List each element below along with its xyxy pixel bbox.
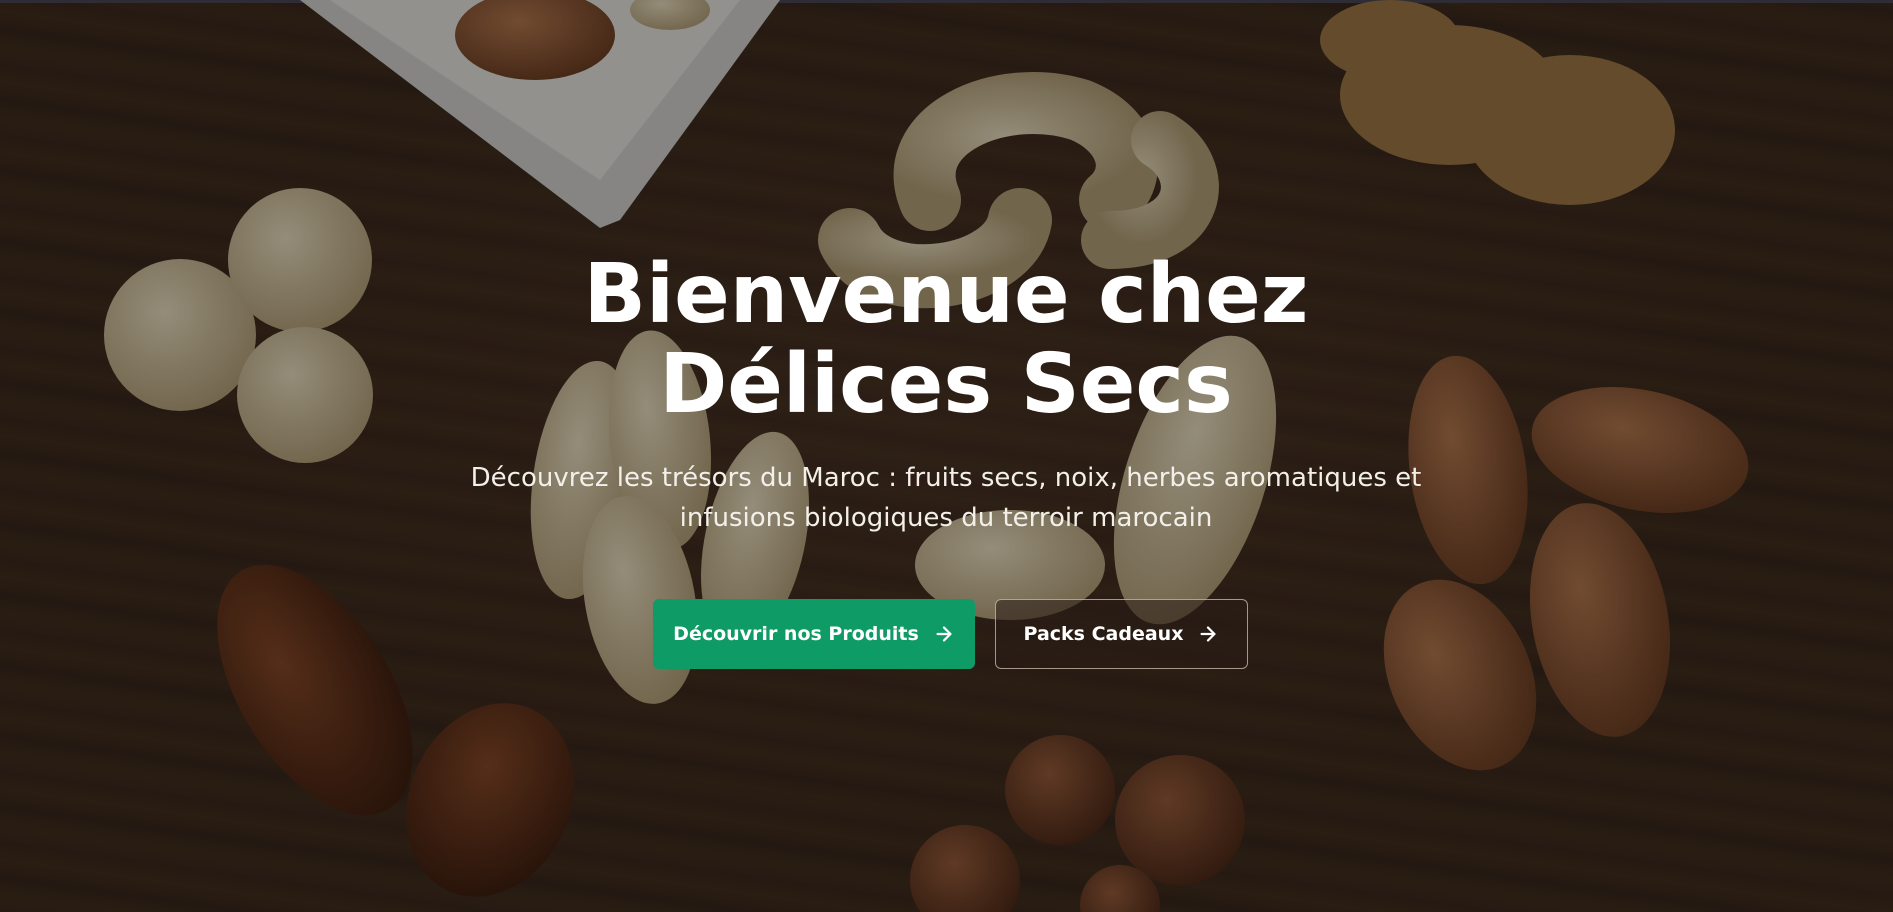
- hero-title: Bienvenue chez Délices Secs: [583, 247, 1309, 432]
- arrow-right-icon: [1197, 623, 1219, 645]
- gift-packs-label: Packs Cadeaux: [1023, 623, 1184, 645]
- hero-section: Bienvenue chez Délices Secs Découvrez le…: [0, 0, 1893, 912]
- gift-packs-button[interactable]: Packs Cadeaux: [995, 599, 1248, 669]
- discover-products-button[interactable]: Découvrir nos Produits: [653, 599, 975, 669]
- discover-products-label: Découvrir nos Produits: [673, 623, 919, 645]
- arrow-right-icon: [933, 623, 955, 645]
- hero-content: Bienvenue chez Délices Secs Découvrez le…: [0, 0, 1893, 912]
- hero-subtitle: Découvrez les trésors du Maroc : fruits …: [470, 463, 1422, 533]
